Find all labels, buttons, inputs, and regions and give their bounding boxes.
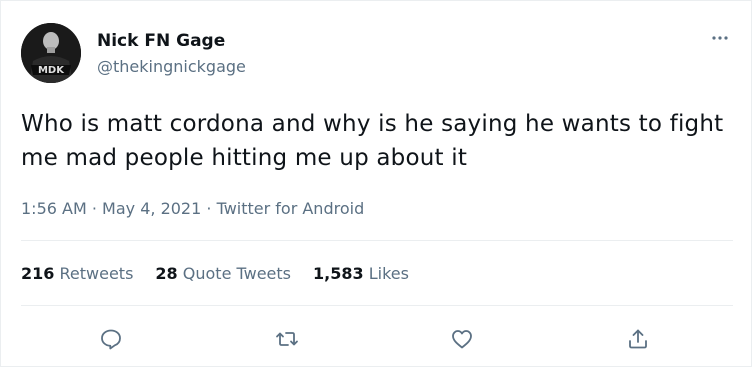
more-horizontal-icon	[712, 36, 728, 40]
author-handle[interactable]: @thekingnickgage	[97, 57, 246, 77]
avatar-shirt-text: MDK	[38, 65, 65, 76]
retweet-icon	[276, 332, 298, 346]
tweet-card: MDK Nick FN Gage @thekingnickgage Who is…	[0, 0, 752, 367]
share-icon	[629, 329, 647, 349]
tweet-time[interactable]: 1:56 AM	[21, 199, 87, 218]
share-button[interactable]	[620, 321, 656, 357]
tweet-date[interactable]: May 4, 2021	[102, 199, 201, 218]
retweets-label: Retweets	[59, 264, 134, 283]
likes-count: 1,583	[313, 264, 364, 283]
quote-tweets-label: Quote Tweets	[182, 264, 291, 283]
quote-tweets-count: 28	[155, 264, 178, 283]
tweet-source[interactable]: Twitter for Android	[217, 199, 365, 218]
retweet-button[interactable]	[269, 321, 305, 357]
tweet-stats: 216 Retweets 28 Quote Tweets 1,583 Likes	[21, 264, 431, 284]
tweet-meta: 1:56 AM · May 4, 2021 · Twitter for Andr…	[21, 199, 364, 219]
quote-tweets-stat[interactable]: 28 Quote Tweets	[155, 264, 291, 284]
heart-icon	[452, 330, 472, 349]
divider	[21, 305, 733, 306]
more-options-button[interactable]	[707, 25, 733, 51]
retweets-count: 216	[21, 264, 55, 283]
like-button[interactable]	[444, 321, 480, 357]
reply-icon	[101, 329, 121, 350]
tweet-text: Who is matt cordona and why is he saying…	[21, 111, 724, 171]
divider	[21, 240, 733, 241]
avatar-image: MDK	[21, 23, 81, 83]
retweets-stat[interactable]: 216 Retweets	[21, 264, 133, 284]
likes-stat[interactable]: 1,583 Likes	[313, 264, 409, 284]
likes-label: Likes	[368, 264, 409, 283]
avatar[interactable]: MDK	[21, 23, 81, 83]
reply-button[interactable]	[93, 321, 129, 357]
tweet-actions	[1, 317, 752, 361]
author-display-name[interactable]: Nick FN Gage	[97, 31, 225, 51]
